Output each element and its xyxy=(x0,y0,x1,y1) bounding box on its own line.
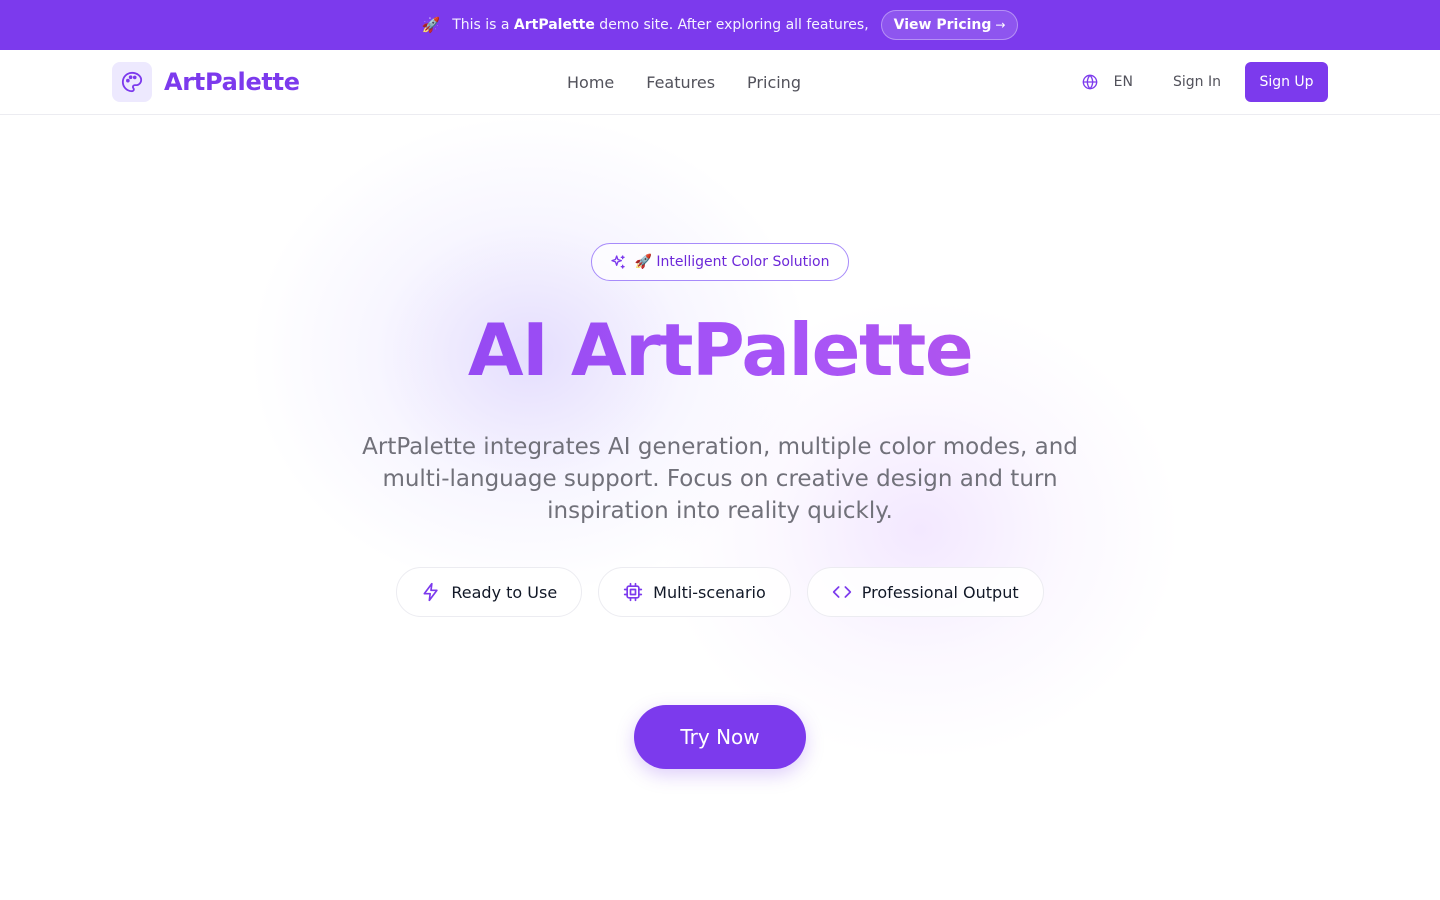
chip-icon xyxy=(624,582,643,602)
view-pricing-label: View Pricing xyxy=(893,17,992,33)
nav-features[interactable]: Features xyxy=(646,73,715,92)
hero-title: AI ArtPalette xyxy=(0,310,1440,390)
logo-link[interactable]: ArtPalette xyxy=(112,62,300,102)
banner-message: This is a ArtPalette demo site. After ex… xyxy=(452,17,868,33)
rocket-icon: 🚀 xyxy=(421,16,441,34)
main-nav: Home Features Pricing xyxy=(567,50,833,114)
banner-text-after: demo site. After exploring all features, xyxy=(594,17,869,33)
feature-pill-professional: Professional Output xyxy=(806,567,1044,617)
feature-pill-ready: Ready to Use xyxy=(396,567,583,617)
lightning-icon xyxy=(423,582,439,602)
feature-label: Ready to Use xyxy=(451,582,558,602)
palette-icon xyxy=(112,62,152,102)
feature-pill-multi-scenario: Multi-scenario xyxy=(598,567,791,617)
language-label: EN xyxy=(1113,74,1133,90)
view-pricing-button[interactable]: View Pricing → xyxy=(880,10,1019,40)
sign-up-button[interactable]: Sign Up xyxy=(1245,62,1328,102)
banner-brand: ArtPalette xyxy=(513,17,595,33)
feature-label: Professional Output xyxy=(861,582,1019,602)
try-now-button[interactable]: Try Now xyxy=(634,705,806,769)
nav-actions: EN Sign In Sign Up xyxy=(1082,62,1328,102)
banner-text-before: This is a xyxy=(452,17,514,33)
globe-icon xyxy=(1082,74,1098,90)
logo-text: ArtPalette xyxy=(164,68,300,96)
hero-badge-text: 🚀 Intelligent Color Solution xyxy=(634,254,830,270)
arrow-right-icon: → xyxy=(995,18,1006,32)
feature-label: Multi-scenario xyxy=(653,582,766,602)
nav-pricing[interactable]: Pricing xyxy=(747,73,801,92)
nav-home[interactable]: Home xyxy=(567,73,614,92)
announcement-banner: 🚀 This is a ArtPalette demo site. After … xyxy=(0,0,1440,50)
hero-section: 🚀 Intelligent Color Solution AI ArtPalet… xyxy=(0,115,1440,900)
code-icon xyxy=(832,586,851,598)
hero-badge: 🚀 Intelligent Color Solution xyxy=(591,243,849,281)
sparkles-icon xyxy=(611,255,626,269)
feature-pills: Ready to Use Multi-scenario Professional… xyxy=(0,567,1440,617)
sign-in-link[interactable]: Sign In xyxy=(1173,74,1221,90)
language-switcher[interactable]: EN xyxy=(1082,74,1133,90)
top-navbar: ArtPalette Home Features Pricing EN Sign… xyxy=(0,50,1440,115)
hero-subtitle: ArtPalette integrates AI generation, mul… xyxy=(362,434,1078,524)
